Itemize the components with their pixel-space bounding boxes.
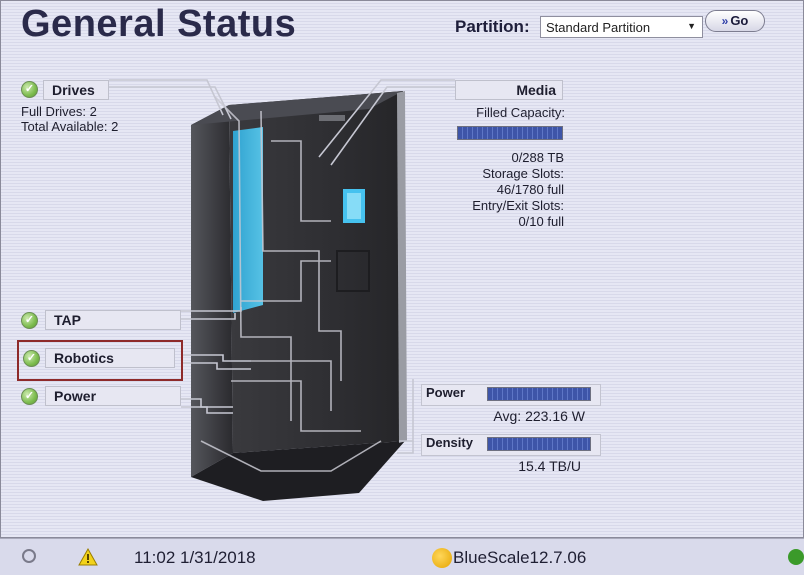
- robotics-check-icon: ✓: [23, 350, 40, 367]
- refresh-icon[interactable]: [22, 549, 36, 563]
- filled-capacity-bar: [457, 126, 563, 140]
- power-check-icon: ✓: [21, 388, 38, 405]
- storage-slots-value: 46/1780 full: [496, 182, 564, 197]
- status-bar: 11:02 1/31/2018 BlueScale12.7.06: [0, 538, 804, 575]
- warning-icon[interactable]: [78, 548, 98, 566]
- power-label[interactable]: Power: [45, 386, 181, 406]
- tap-check-icon: ✓: [21, 312, 38, 329]
- robotics-label[interactable]: Robotics: [45, 348, 175, 368]
- time-date: 11:02 1/31/2018: [134, 548, 256, 567]
- storage-slots-label: Storage Slots:: [482, 166, 564, 181]
- power-average: Avg: 223.16 W: [493, 408, 585, 424]
- drives-label[interactable]: Drives: [43, 80, 109, 100]
- bluescale-logo-icon: [432, 548, 452, 568]
- power-metric-label: Power: [426, 385, 466, 400]
- total-available-text: Total Available: 2: [21, 119, 119, 134]
- entry-exit-slots-value: 0/10 full: [518, 214, 564, 229]
- network-icon[interactable]: [788, 549, 804, 565]
- general-status-page: General Status Partition: Standard Parti…: [0, 0, 804, 538]
- drives-check-icon: ✓: [21, 81, 38, 98]
- version: BlueScale12.7.06: [453, 548, 587, 567]
- density-bar: [487, 437, 591, 451]
- capacity-value: 0/288 TB: [511, 150, 564, 165]
- power-bar: [487, 387, 591, 401]
- library-illustration: [109, 79, 455, 501]
- tap-label[interactable]: TAP: [45, 310, 181, 330]
- full-drives-text: Full Drives: 2: [21, 104, 97, 119]
- media-label[interactable]: Media: [455, 80, 563, 100]
- density-metric-label: Density: [426, 435, 473, 450]
- filled-capacity-label: Filled Capacity:: [476, 105, 565, 120]
- density-value: 15.4 TB/U: [518, 458, 581, 474]
- entry-exit-slots-label: Entry/Exit Slots:: [472, 198, 564, 213]
